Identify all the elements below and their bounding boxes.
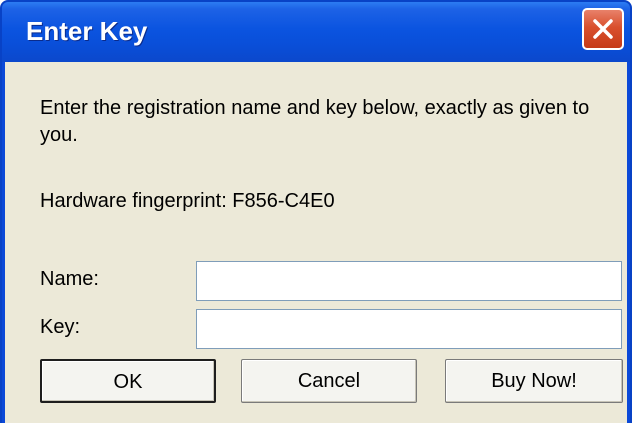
title-bar[interactable]: Enter Key	[2, 2, 630, 62]
buy-now-button[interactable]: Buy Now!	[445, 359, 623, 403]
close-button[interactable]	[582, 8, 624, 50]
instructions-text: Enter the registration name and key belo…	[40, 97, 590, 146]
dialog-body: Enter the registration name and key belo…	[5, 62, 627, 423]
close-icon	[593, 19, 613, 39]
hardware-fingerprint: Hardware fingerprint: F856-C4E0	[40, 190, 335, 212]
key-input[interactable]	[196, 309, 622, 349]
key-label: Key:	[40, 316, 81, 338]
enter-key-dialog: Enter Key Enter the registration name an…	[0, 0, 632, 423]
cancel-button[interactable]: Cancel	[241, 359, 417, 403]
name-label: Name:	[40, 268, 99, 290]
window-title: Enter Key	[26, 16, 148, 46]
name-input[interactable]	[196, 261, 622, 301]
ok-button[interactable]: OK	[40, 359, 216, 403]
